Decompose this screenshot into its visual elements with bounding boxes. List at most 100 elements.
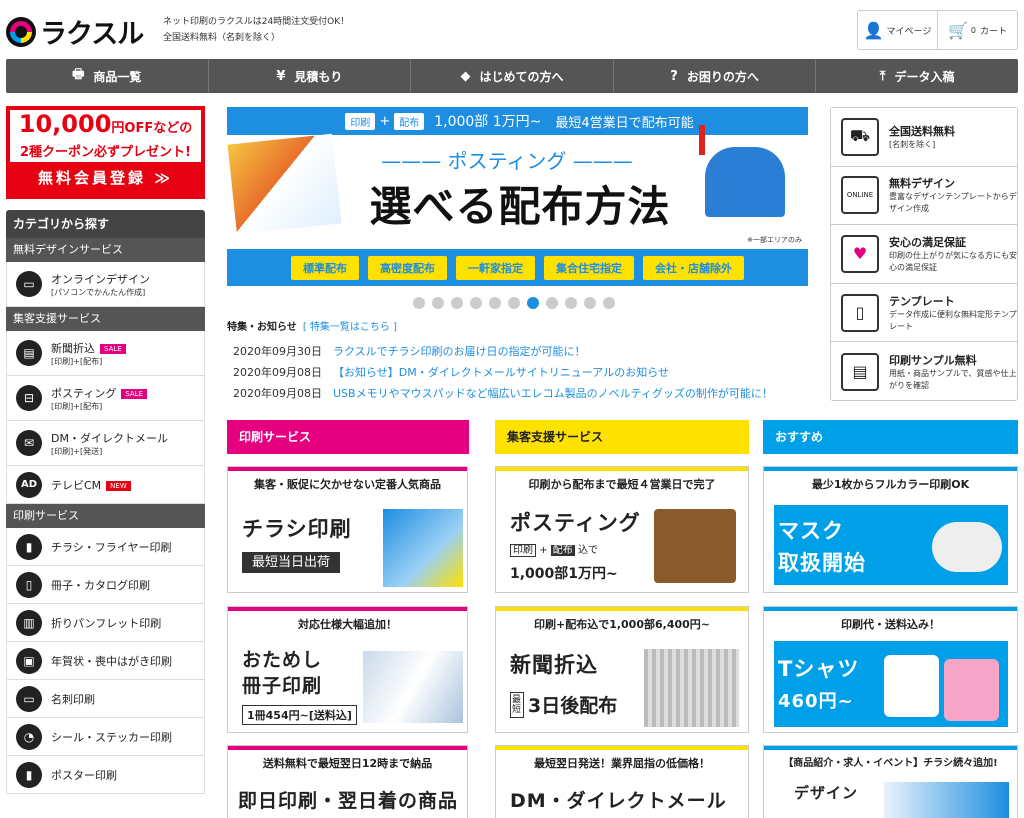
card-head: 印刷代・送料込み！ [841,618,940,631]
tagline-line2: 全国送料無料（名刺を除く） [163,33,281,43]
card-design[interactable]: 【商品紹介・求人・イベント】チラシ続々追加! デザイン [763,745,1018,818]
card-same-day[interactable]: 送料無料で最短翌日12時まで納品 即日印刷・翌日着の商品 [227,745,468,818]
hero-top-strip: 印刷 + 配布 1,000部 1万円~ 最短4営業日で配布可能 [227,107,808,135]
tshirt-white-image [884,655,939,717]
carousel-dot[interactable] [451,297,463,309]
carousel-dot[interactable] [432,297,444,309]
feature-free-design[interactable]: ONLINE 無料デザイン 豊富なデザインテンプレートからデザイン作成 [831,167,1017,226]
booklet-icon: ▯ [16,571,42,598]
sidebar-item-newyear[interactable]: ▣ 年賀状・喪中はがき印刷 [6,642,205,680]
hero-btn-standard[interactable]: 標準配布 [291,255,359,280]
sidebar-item-posting[interactable]: ⊟ ポスティング SALE [印刷]+[配布] [6,376,205,421]
sidebar-item-pamphlet[interactable]: ▥ 折りパンフレット印刷 [6,604,205,642]
sidebar-header: カテゴリから探す [6,210,205,238]
card-dm[interactable]: 最短翌日発送！業界屈指の低価格！ DM・ダイレクトメール [495,745,749,818]
raksul-logo[interactable]: ラクスル [6,12,144,51]
news-item: 2020年09月08日 【お知らせ】DM・ダイレクトメールサイトリニューアルのお知… [227,361,817,382]
nav-upload[interactable]: ⤒ データ入稿 [816,59,1018,93]
hero-plus: + [379,113,391,129]
sidebar-item-flyer[interactable]: ▮ チラシ・フライヤー印刷 [6,528,205,566]
carousel-dot[interactable] [546,297,558,309]
sidebar-item-newspaper[interactable]: ▤ 新聞折込 SALE [印刷]+[配布] [6,331,205,376]
truck-icon: ⛟ [841,117,879,156]
flyer-image [383,509,463,587]
nav-help[interactable]: ? お困りの方へ [614,59,817,93]
news-link[interactable]: ラクスルでチラシ印刷のお届け日の指定が可能に！ [333,343,585,359]
sidebar-item-booklet[interactable]: ▯ 冊子・カタログ印刷 [6,566,205,604]
pamphlet-icon: ▥ [16,609,42,636]
carousel-dots [413,297,615,309]
card-title: Tシャツ [778,657,860,681]
sidebar-item-sticker[interactable]: ◔ シール・ステッカー印刷 [6,718,205,756]
hero-btn-apartment[interactable]: 集合住宅指定 [544,255,634,280]
card-booklet[interactable]: 対応仕様大幅追加！ おためし 冊子印刷 1冊454円~[送料込] [227,606,468,733]
sidebar-item-sub: [印刷]+[配布] [51,401,103,411]
feature-sub: データ作成に便利な無料定形テンプレート [889,309,1017,331]
mypage-button[interactable]: 👤 マイページ [858,11,937,49]
carousel-dot[interactable] [413,297,425,309]
news-link[interactable]: 【お知らせ】DM・ダイレクトメールサイトリニューアルのお知らせ [333,364,669,380]
flyer-image [227,133,342,235]
card-price: 1冊454円~[送料込] [242,705,357,725]
nav-label: はじめての方へ [479,69,564,84]
nav-estimate[interactable]: ¥ 見積もり [209,59,412,93]
beginner-icon: ◆ [460,68,471,84]
cart-button[interactable]: 🛒 0 カート [937,11,1017,49]
feature-guarantee[interactable]: ♥ 安心の満足保証 印刷の仕上がりが気になる方にも安心の満足保証 [831,225,1017,284]
card-title: チラシ印刷 [242,517,352,541]
card-head: 印刷+配布込で1,000部6,400円~ [533,618,711,631]
feature-samples[interactable]: ▤ 印刷サンプル無料 用紙・商品サンプルで、質感や仕上がりを確認 [831,342,1017,401]
hero-tag-distribute: 配布 [394,112,425,130]
coupon-register-cta: 無料会員登録 ≫ [38,169,173,187]
carousel-dot-active[interactable] [527,297,539,309]
sidebar-item-business-card[interactable]: ▭ 名刺印刷 [6,680,205,718]
sidebar-item-label: ポスティング [51,386,117,400]
card-flyer[interactable]: 集客・販促に欠かせない定番人気商品 チラシ印刷 最短当日出荷 [227,466,468,593]
hero-btn-house[interactable]: 一軒家指定 [456,255,535,280]
coupon-banner[interactable]: 10,000円OFFなどの 2種クーポン必ずプレゼント! 無料会員登録 ≫ [6,106,205,199]
newspaper-image [644,649,739,727]
feature-sub: 豊富なデザインテンプレートからデザイン作成 [889,192,1017,214]
card-newspaper[interactable]: 印刷+配布込で1,000部6,400円~ 新聞折込 最短 3日後配布 [495,606,749,733]
carousel-dot[interactable] [603,297,615,309]
card-head: 最少1枚からフルカラー印刷OK [811,478,970,491]
card-tshirt[interactable]: 印刷代・送料込み！ Tシャツ 460円~ [763,606,1018,733]
mailbox-image [654,509,736,583]
card-title: 即日印刷・翌日着の商品 [238,790,459,812]
carousel-dot[interactable] [470,297,482,309]
carousel-dot[interactable] [584,297,596,309]
coupon-amount: 10,000円OFFなどの [10,110,201,143]
card-head: 【商品紹介・求人・イベント】チラシ続々追加! [783,758,998,769]
template-icon: ▯ [841,293,879,332]
news-date: 2020年09月08日 [233,365,322,379]
card-mask[interactable]: 最少1枚からフルカラー印刷OK マスク 取扱開始 [763,466,1018,593]
carousel-dot[interactable] [508,297,520,309]
news-heading-label: 特集・お知らせ [227,322,297,333]
sidebar-item-tvcm[interactable]: AD テレビCM NEW [6,466,205,504]
sidebar-item-online-design[interactable]: ▭ オンラインデザイン [パソコンでかんたん作成] [6,262,205,307]
site-header: ラクスル ネット印刷のラクスルは24時間注文受付OK！ 全国送料無料（名刺を除く… [0,0,1024,58]
sidebar-item-sub: [印刷]+[発送] [51,446,103,456]
sidebar-item-poster[interactable]: ▮ ポスター印刷 [6,756,205,794]
card-title: DM・ダイレクトメール [510,790,727,812]
carousel-dot[interactable] [565,297,577,309]
sidebar-item-dm[interactable]: ✉ DM・ダイレクトメール [印刷]+[発送] [6,421,205,466]
nav-beginner[interactable]: ◆ はじめての方へ [411,59,614,93]
hero-btn-high-density[interactable]: 高密度配布 [368,255,447,280]
feature-sub: 用紙・商品サンプルで、質感や仕上がりを確認 [889,368,1017,390]
card-posting[interactable]: 印刷から配布まで最短４営業日で完了 ポスティング 印刷 + 配布 込で 1,00… [495,466,749,593]
hero-btn-exclude[interactable]: 会社・店舗除外 [643,255,744,280]
logo-text: ラクスル [40,19,144,50]
feature-template[interactable]: ▯ テンプレート データ作成に便利な無料定形テンプレート [831,284,1017,343]
yen-icon: ¥ [276,68,286,84]
nav-products[interactable]: 🖶 商品一覧 [6,59,209,93]
news-list-link[interactable]: [ 特集一覧はこちら ] [303,322,397,333]
card-plus: + [539,545,548,556]
news-item: 2020年09月08日 USBメモリやマウスパッドなど幅広いエレコム製品のノベルテ… [227,382,817,403]
feature-free-shipping[interactable]: ⛟ 全国送料無料 [名刺を除く] [831,108,1017,167]
sidebar-section-print: 印刷サービス [6,504,205,528]
news-link[interactable]: USBメモリやマウスパッドなど幅広いエレコム製品のノベルティグッズの制作が可能に… [333,385,773,401]
carousel-dot[interactable] [489,297,501,309]
hero-banner[interactable]: 印刷 + 配布 1,000部 1万円~ 最短4営業日で配布可能 ——— ポスティ… [227,107,808,286]
sidebar-item-label: DM・ダイレクトメール [51,431,168,445]
